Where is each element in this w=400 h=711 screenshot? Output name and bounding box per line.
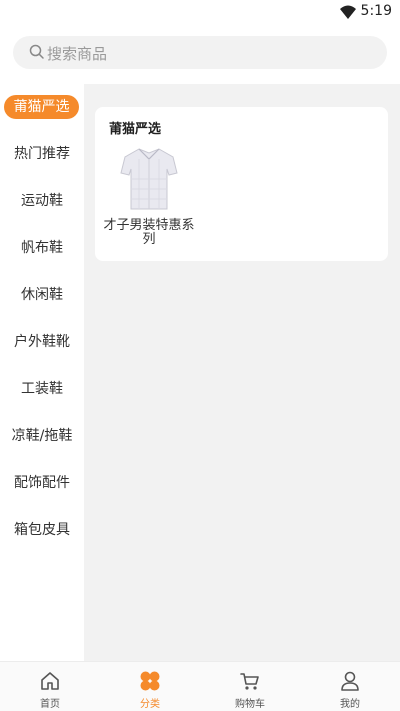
shirt-image xyxy=(120,148,178,210)
user-icon xyxy=(341,671,359,691)
section-title: 莆猫严选 xyxy=(109,122,162,137)
status-bar: 5:19 xyxy=(0,0,400,24)
tab-mine[interactable]: 我的 xyxy=(300,662,400,711)
cart-icon xyxy=(240,673,259,690)
tab-category-label: 分类 xyxy=(140,699,160,710)
sidebar-item-outdoor[interactable]: 户外鞋靴 xyxy=(0,329,84,355)
tab-cart-label: 购物车 xyxy=(235,699,265,710)
sidebar-item-casual-shoes[interactable]: 休闲鞋 xyxy=(0,282,84,308)
search-placeholder: 搜索商品 xyxy=(47,45,108,63)
tab-home[interactable]: 首页 xyxy=(0,662,100,711)
sidebar-item-canvas-shoes[interactable]: 帆布鞋 xyxy=(0,235,84,261)
sidebar-item-sandals[interactable]: 凉鞋/拖鞋 xyxy=(0,423,84,449)
sidebar-item-sports-shoes[interactable]: 运动鞋 xyxy=(0,188,84,214)
tab-mine-label: 我的 xyxy=(340,699,360,710)
search-header: 搜索商品 xyxy=(0,24,400,84)
sidebar-item-bags[interactable]: 箱包皮具 xyxy=(0,517,84,543)
product-item[interactable]: 才子男装特惠系列 xyxy=(103,143,195,247)
category-icon xyxy=(140,671,160,691)
tab-cart[interactable]: 购物车 xyxy=(200,662,300,711)
sidebar-item-hot[interactable]: 热门推荐 xyxy=(0,141,84,167)
wifi-icon xyxy=(340,5,356,19)
tab-home-label: 首页 xyxy=(40,699,60,710)
home-icon xyxy=(41,672,59,690)
category-content: 莆猫严选 才子男装特惠系列 xyxy=(84,84,400,661)
sidebar-item-puimao-select[interactable]: 莆猫严选 xyxy=(4,95,79,119)
sidebar-item-work-shoes[interactable]: 工装鞋 xyxy=(0,376,84,402)
tab-category[interactable]: 分类 xyxy=(100,662,200,711)
sidebar-item-accessories[interactable]: 配饰配件 xyxy=(0,470,84,496)
bottom-tab-bar: 首页 分类 购物车 我的 xyxy=(0,661,400,711)
search-bar[interactable]: 搜索商品 xyxy=(13,36,387,69)
product-name: 才子男装特惠系列 xyxy=(103,218,195,247)
category-sidebar: 莆猫严选 热门推荐 运动鞋 帆布鞋 休闲鞋 户外鞋靴 工装鞋 凉鞋/拖鞋 配饰配… xyxy=(0,84,84,661)
subcategory-card: 莆猫严选 才子男装特惠系列 xyxy=(95,107,388,261)
status-time: 5:19 xyxy=(360,3,392,19)
search-icon xyxy=(29,44,44,59)
